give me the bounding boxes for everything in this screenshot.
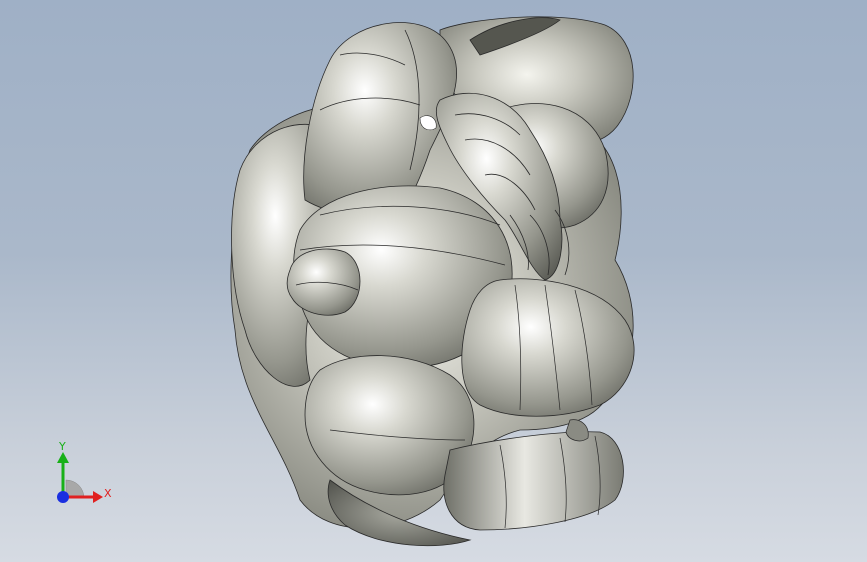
x-axis-arrow-icon: [93, 491, 103, 503]
z-axis-icon: [57, 491, 69, 503]
y-axis-arrow-icon: [57, 452, 69, 463]
model-render[interactable]: [0, 0, 867, 562]
y-axis-label: Y: [58, 440, 66, 453]
axis-triad[interactable]: Y X: [40, 436, 120, 516]
foot-tube: [443, 431, 624, 531]
3d-viewport[interactable]: Y X: [0, 0, 867, 562]
small-detail: [565, 419, 589, 442]
x-axis-label: X: [104, 487, 112, 500]
